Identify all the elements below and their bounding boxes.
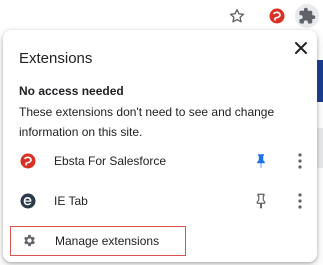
extensions-menu-button[interactable]: [295, 4, 319, 28]
close-icon: [295, 42, 307, 54]
more-options-icon[interactable]: [292, 192, 308, 210]
page-background-edge: [317, 128, 323, 168]
ebsta-icon: [20, 153, 36, 169]
pin-icon[interactable]: [252, 152, 270, 170]
extension-name: IE Tab: [54, 194, 88, 208]
ebsta-toolbar-button[interactable]: [265, 4, 289, 28]
section-description: These extensions don't need to see and c…: [19, 105, 275, 139]
extensions-puzzle-icon: [299, 7, 316, 24]
manage-extensions-button[interactable]: Manage extensions: [10, 226, 186, 256]
more-options-icon[interactable]: [292, 152, 308, 170]
page-background-edge: [317, 60, 323, 102]
browser-toolbar: [0, 0, 323, 30]
gear-icon: [24, 234, 35, 247]
section-heading: No access needed: [19, 84, 124, 98]
star-icon: [229, 8, 245, 23]
extension-row-ie-tab[interactable]: IE Tab: [3, 183, 317, 219]
extension-row-ebsta[interactable]: Ebsta For Salesforce: [3, 143, 317, 179]
manage-extensions-label: Manage extensions: [55, 234, 160, 248]
bookmark-star-button[interactable]: [225, 4, 249, 28]
popup-title: Extensions: [19, 50, 93, 67]
extension-name: Ebsta For Salesforce: [54, 154, 167, 168]
ebsta-extension-icon: [269, 8, 285, 24]
pin-outline-icon[interactable]: [252, 192, 270, 210]
ie-tab-icon: [20, 193, 36, 209]
close-button[interactable]: [291, 38, 311, 58]
extensions-popup: Extensions No access needed These extens…: [3, 30, 317, 262]
